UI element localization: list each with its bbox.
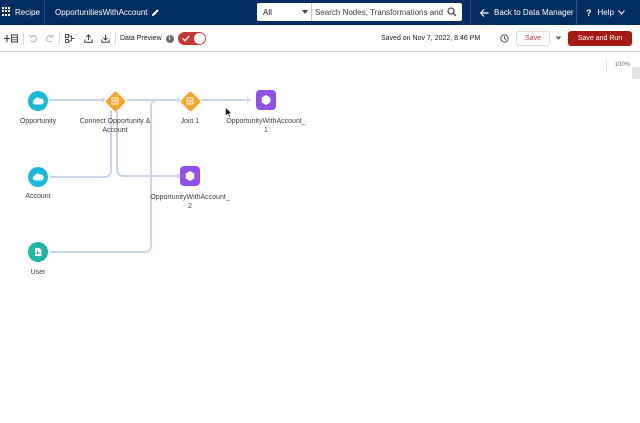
node-account[interactable] (28, 167, 48, 187)
saved-status: Saved on Nov 7, 2022, 8:46 PM (381, 25, 480, 52)
undo-button[interactable] (27, 25, 39, 52)
node-label-user: User (30, 269, 46, 276)
node-output-2[interactable] (180, 166, 200, 186)
add-input-button[interactable] (3, 25, 19, 52)
node-label-join-connect: Connect Opportunity & Account (79, 118, 151, 134)
recipe-name: OpportunitiesWithAccount (55, 8, 148, 17)
info-icon[interactable]: i (165, 34, 174, 43)
checkmark-icon (182, 35, 190, 42)
download-icon (101, 34, 110, 43)
save-label: Save (525, 35, 541, 42)
save-options-button[interactable] (551, 31, 565, 46)
salesforce-cloud-icon (32, 173, 44, 181)
undo-icon (28, 34, 37, 43)
save-and-run-button[interactable]: Save and Run (568, 31, 632, 46)
top-bar: Recipe OpportunitiesWithAccount All Sear… (0, 0, 640, 25)
help-button[interactable]: ? Help (586, 0, 625, 25)
save-button[interactable]: Save (516, 31, 550, 46)
join-icon (111, 97, 119, 105)
edit-pencil-icon[interactable] (151, 8, 160, 17)
node-join-connect[interactable] (104, 90, 126, 112)
dataset-icon (35, 248, 42, 256)
search-placeholder: Search Nodes, Transformations and (315, 7, 444, 17)
arrow-left-icon (480, 8, 489, 17)
search-scope-box: All Search Nodes, Transformations and (257, 3, 462, 21)
data-preview-toggle[interactable] (178, 32, 206, 45)
output-hexagon-icon (261, 95, 271, 105)
salesforce-cloud-icon (32, 97, 44, 105)
help-label: Help (597, 8, 614, 17)
join-icon (186, 97, 194, 105)
scope-select[interactable]: All (257, 3, 312, 21)
node-links (49, 97, 251, 253)
toggle-knob (194, 33, 205, 44)
recipe-title: OpportunitiesWithAccount (55, 0, 160, 25)
upload-button[interactable] (82, 25, 95, 52)
app-launcher[interactable]: Recipe (0, 0, 42, 25)
data-preview-label: Data Preview (120, 35, 162, 42)
mouse-cursor-icon (225, 107, 233, 118)
help-question-icon: ? (586, 7, 592, 18)
search-input[interactable]: Search Nodes, Transformations and (315, 3, 445, 21)
data-preview-control: Data Preview i (120, 25, 174, 52)
app-label: Recipe (15, 8, 40, 17)
chevron-down-icon (555, 36, 561, 40)
node-join-1[interactable] (179, 90, 201, 112)
redo-icon (45, 34, 54, 43)
app-grid-icon (2, 7, 11, 16)
node-user[interactable] (28, 242, 48, 262)
upload-icon (84, 34, 93, 43)
history-button[interactable] (498, 25, 510, 52)
node-label-join-1: Join 1 (180, 118, 200, 125)
chevron-down-icon (302, 10, 308, 14)
node-label-output-2: OpportunityWithAccount_2 (150, 194, 230, 210)
download-button[interactable] (99, 25, 112, 52)
back-to-data-manager[interactable]: Back to Data Manager (480, 0, 574, 25)
output-hexagon-icon (185, 171, 195, 181)
layout-icon (64, 34, 74, 43)
clock-icon (499, 34, 509, 43)
toolbar: Data Preview i Saved on Nov 7, 2022, 8:4… (0, 25, 640, 52)
add-data-icon (4, 34, 18, 43)
node-label-opportunity: Opportunity (19, 118, 57, 125)
auto-layout-button[interactable] (63, 25, 76, 52)
node-output-1[interactable] (256, 90, 276, 110)
chevron-down-icon (618, 10, 625, 15)
scope-select-value: All (263, 7, 272, 17)
search-icon[interactable] (447, 7, 457, 17)
save-and-run-label: Save and Run (577, 35, 623, 42)
node-label-output-1: OpportunityWithAccount_1 (226, 118, 306, 134)
recipe-canvas[interactable]: 100% Opportunity Account User Connect Op… (0, 53, 640, 423)
back-label: Back to Data Manager (494, 8, 574, 17)
redo-button[interactable] (43, 25, 55, 52)
node-opportunity[interactable] (28, 91, 48, 111)
node-label-account: Account (25, 193, 51, 200)
saved-status-text: Saved on Nov 7, 2022, 8:46 PM (381, 35, 481, 42)
